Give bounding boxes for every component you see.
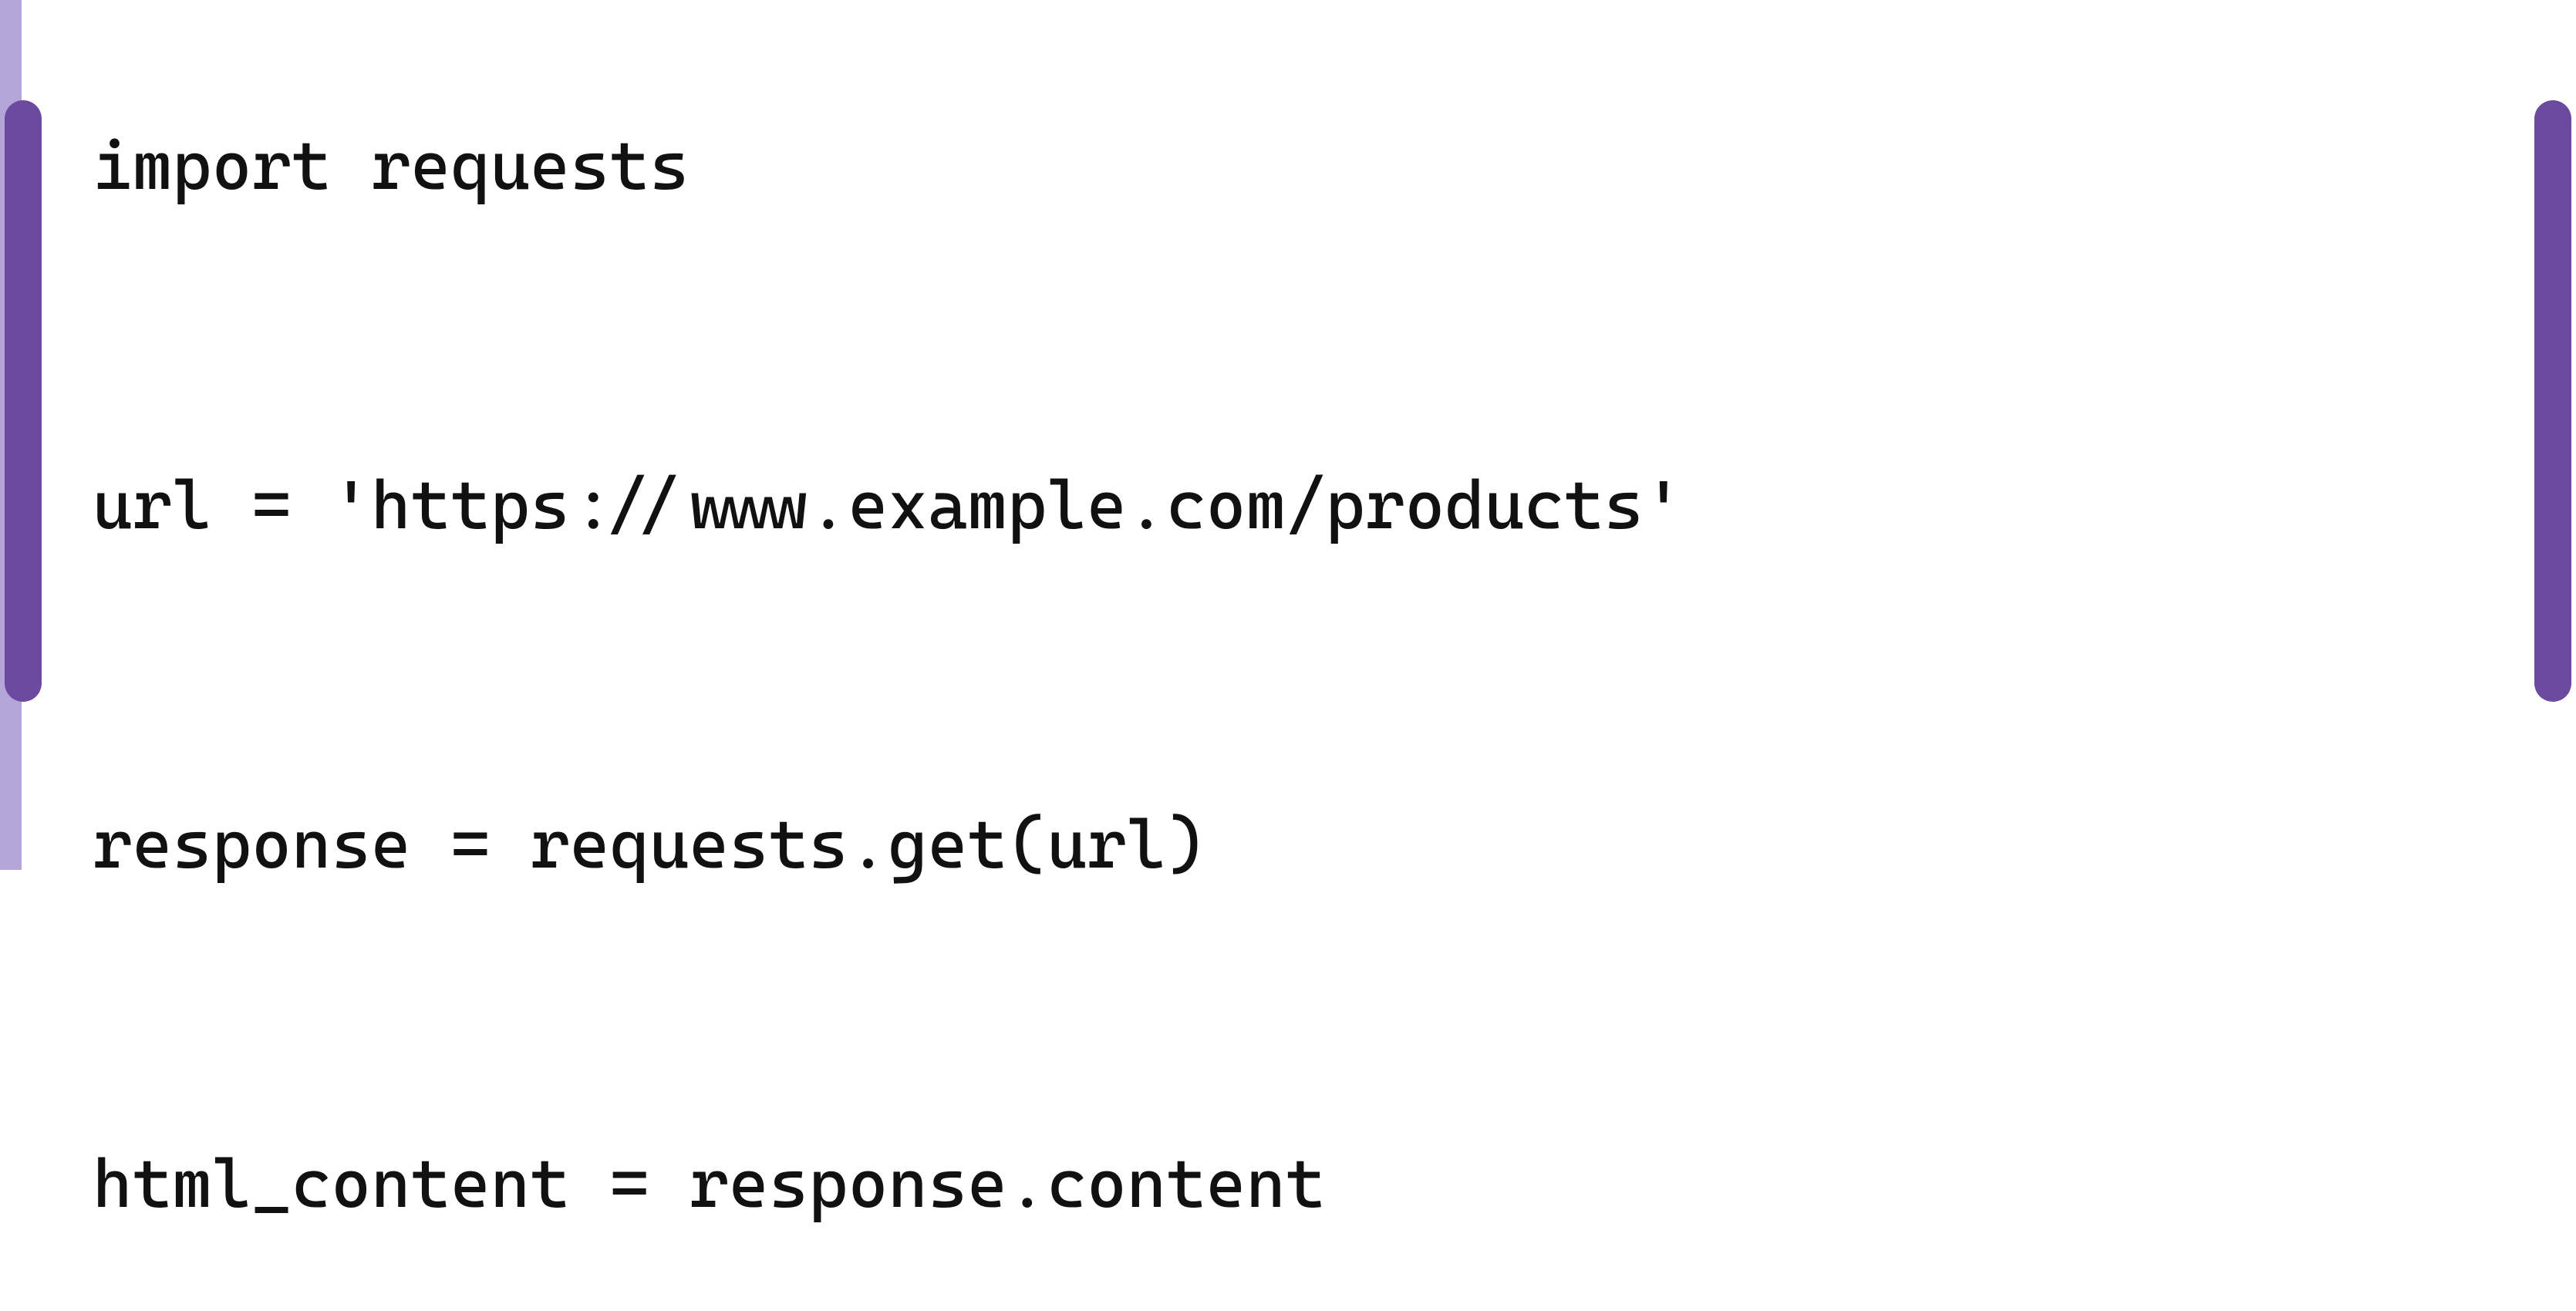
code-line-4 [93,632,2483,717]
code-line-5: response = requests.get(url) [93,802,2483,887]
code-line-6 [93,972,2483,1057]
left-scrollbar-thumb[interactable] [5,100,42,702]
code-line-7: html_content = response.content [93,1141,2483,1226]
code-line-3: url = 'https://www.example.com/products' [93,463,2483,548]
code-snippet: import requests url = 'https://www.examp… [93,39,2483,1311]
right-scrollbar-thumb[interactable] [2534,100,2571,702]
code-line-1: import requests [93,123,2483,208]
code-line-2 [93,293,2483,378]
